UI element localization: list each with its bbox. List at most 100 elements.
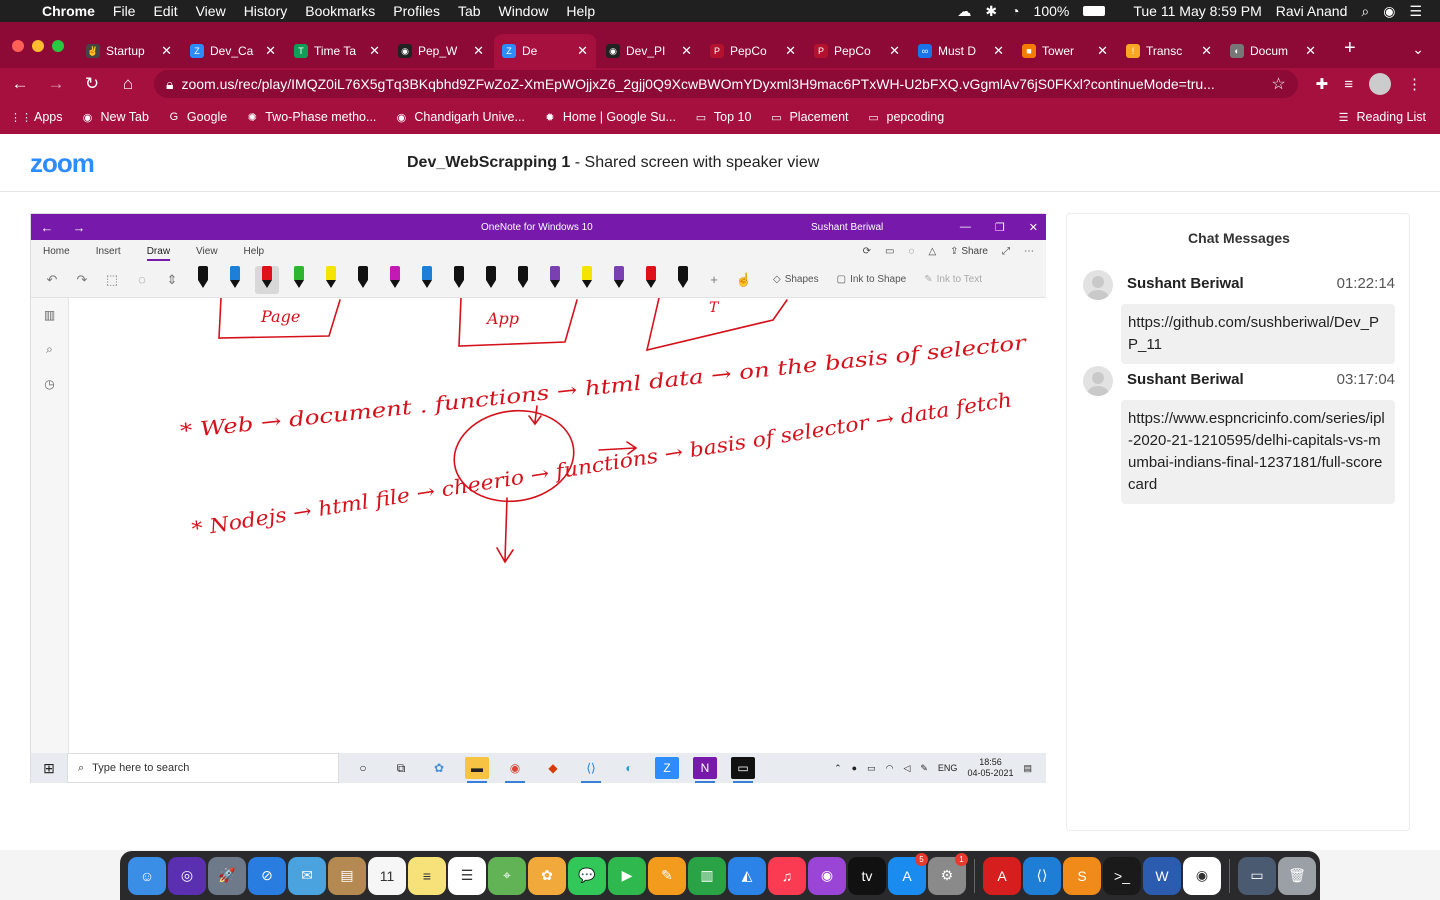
sublime-icon[interactable]: S (1063, 856, 1101, 895)
photos-icon[interactable]: ✿ (528, 856, 566, 895)
bookmark-item[interactable]: ✺ Two-Phase metho... (245, 110, 377, 124)
chrome-taskbar-icon[interactable]: ◉ (503, 757, 527, 783)
notification-icon[interactable]: ▤ (1023, 763, 1032, 774)
new-tab-button[interactable]: + (1326, 37, 1370, 68)
pen-0[interactable] (191, 265, 215, 294)
zoom-taskbar-icon[interactable]: Z (655, 757, 679, 779)
pen-5[interactable] (351, 265, 375, 294)
pen-14[interactable] (639, 265, 663, 294)
tab-0[interactable]: ✌ Startup ✕ (78, 34, 180, 68)
tab-5[interactable]: ◉ Dev_PI ✕ (598, 34, 700, 68)
home-button[interactable]: ⌂ (112, 74, 144, 94)
close-tab-icon[interactable]: ✕ (577, 43, 588, 59)
redo-icon[interactable]: ↷ (71, 272, 93, 288)
windows-start-icon[interactable]: ⊞ (31, 760, 67, 777)
tab-9[interactable]: ■ Tower ✕ (1014, 34, 1116, 68)
pages-icon[interactable]: ✎ (648, 856, 686, 895)
cloud-icon[interactable]: ☁ (957, 3, 971, 20)
ink-to-text-button[interactable]: ✎ Ink to Text (924, 274, 982, 285)
lock-icon[interactable]: 🔒︎ (166, 76, 173, 93)
clock[interactable]: Tue 11 May 8:59 PM (1133, 3, 1261, 19)
more-icon[interactable]: ⋯ (1024, 246, 1034, 257)
recent-icon[interactable]: ◷ (44, 377, 54, 391)
pen-6[interactable] (383, 265, 407, 294)
close-tab-icon[interactable]: ✕ (1097, 43, 1108, 59)
word-icon[interactable]: W (1143, 856, 1181, 895)
onenote-canvas[interactable]: Page App T * Web → document . functions … (69, 298, 1046, 753)
chrome-menu-icon[interactable]: ⋮ (1407, 75, 1422, 93)
tab-6[interactable]: P PepCo ✕ (702, 34, 804, 68)
add-pen-icon[interactable]: + (703, 272, 725, 287)
facetime-icon[interactable]: ▶ (608, 856, 646, 895)
messages-icon[interactable]: 💬 (568, 856, 606, 895)
onenote-tab-draw[interactable]: Draw (146, 246, 171, 261)
reading-list-button[interactable]: ☰ Reading List (1337, 110, 1426, 124)
bookmark-item[interactable]: ◉ Chandigarh Unive... (394, 110, 525, 124)
search-icon[interactable]: ⌕ (46, 342, 53, 357)
menu-help[interactable]: Help (566, 3, 595, 19)
message-time[interactable]: 03:17:04 (1337, 371, 1395, 388)
pen-15[interactable] (671, 265, 695, 294)
bookmark-item[interactable]: ✹ Home | Google Su... (543, 110, 676, 124)
bookmark-star-icon[interactable]: ☆ (1271, 74, 1285, 94)
bookmark-item[interactable]: ◉ New Tab (81, 110, 149, 124)
lightbulb-icon[interactable]: ◌ (908, 246, 914, 257)
chrome-icon[interactable]: ◉ (1183, 856, 1221, 895)
address-bar[interactable]: 🔒︎ zoom.us/rec/play/IMQZ0iL76X5gTq3BKqbh… (154, 70, 1298, 98)
notebooks-icon[interactable]: ▥ (44, 308, 55, 322)
safari-icon[interactable]: ⊘ (248, 856, 286, 895)
shared-screen-video[interactable]: ← → OneNote for Windows 10 Sushant Beriw… (30, 213, 1046, 783)
music-icon[interactable]: ♫ (768, 856, 806, 895)
pen-tray-icon[interactable]: ✎ (920, 763, 928, 774)
app-store-icon[interactable]: A5 (888, 852, 928, 895)
close-tab-icon[interactable]: ✕ (369, 43, 380, 59)
tv-icon[interactable]: tv (848, 856, 886, 895)
select-icon[interactable]: ⬚ (101, 272, 123, 288)
bookmark-item[interactable]: ▭ Top 10 (694, 110, 752, 124)
user-name[interactable]: Ravi Anand (1276, 3, 1348, 19)
close-tab-icon[interactable]: ✕ (473, 43, 484, 59)
edge-icon[interactable]: ◐ (617, 757, 641, 779)
close-tab-icon[interactable]: ✕ (1201, 43, 1212, 59)
tab-2[interactable]: T Time Ta ✕ (286, 34, 388, 68)
close-tab-icon[interactable]: ✕ (1305, 43, 1316, 59)
vscode-taskbar-icon[interactable]: ⟨⟩ (579, 757, 603, 783)
menu-window[interactable]: Window (499, 3, 549, 19)
bell-icon[interactable]: △ (928, 246, 936, 257)
close-tab-icon[interactable]: ✕ (265, 43, 276, 59)
reload-button[interactable]: ↻ (76, 74, 108, 94)
onenote-forward-icon[interactable]: → (63, 220, 95, 235)
onenote-tab-view[interactable]: View (196, 246, 218, 257)
close-tab-icon[interactable]: ✕ (993, 43, 1004, 59)
numbers-icon[interactable]: ▥ (688, 856, 726, 895)
onenote-close-icon[interactable]: ✕ (1029, 221, 1038, 234)
tab-7[interactable]: P PepCo ✕ (806, 34, 908, 68)
pen-12[interactable] (575, 265, 599, 294)
zoom-logo[interactable]: zoom (30, 148, 95, 179)
url-text[interactable]: zoom.us/rec/play/IMQZ0iL76X5gTq3BKqbhd9Z… (181, 76, 1214, 92)
shapes-button[interactable]: ◇ Shapes (773, 274, 819, 285)
battery-icon[interactable] (1083, 6, 1106, 16)
onenote-tab-home[interactable]: Home (43, 246, 70, 257)
add-space-icon[interactable]: ⇕ (161, 272, 183, 288)
pen-8[interactable] (447, 265, 471, 294)
cortana-icon[interactable]: ○ (351, 757, 375, 779)
pen-9[interactable] (479, 265, 503, 294)
keynote-icon[interactable]: ◭ (728, 856, 766, 895)
system-preferences-icon[interactable]: ⚙ 1 (928, 852, 968, 895)
profile-avatar[interactable] (1369, 73, 1391, 95)
battery-tray-icon[interactable]: ▭ (867, 763, 876, 774)
menu-tab[interactable]: Tab (458, 3, 481, 19)
onenote-tab-help[interactable]: Help (244, 246, 265, 257)
bookmark-item[interactable]: ▭ Placement (769, 110, 848, 124)
pen-3[interactable] (287, 265, 311, 294)
bookmark-item[interactable]: ▭ pepcoding (867, 110, 944, 124)
language-indicator[interactable]: ENG (938, 763, 958, 773)
siri-icon[interactable]: ◎ (168, 856, 206, 895)
pen-11[interactable] (543, 265, 567, 294)
onenote-back-icon[interactable]: ← (31, 220, 63, 235)
onenote-tab-insert[interactable]: Insert (96, 246, 121, 257)
onenote-restore-icon[interactable]: ❐ (995, 221, 1005, 234)
maps-icon[interactable]: ⌖ (488, 856, 526, 895)
acrobat-icon[interactable]: A (983, 856, 1021, 895)
